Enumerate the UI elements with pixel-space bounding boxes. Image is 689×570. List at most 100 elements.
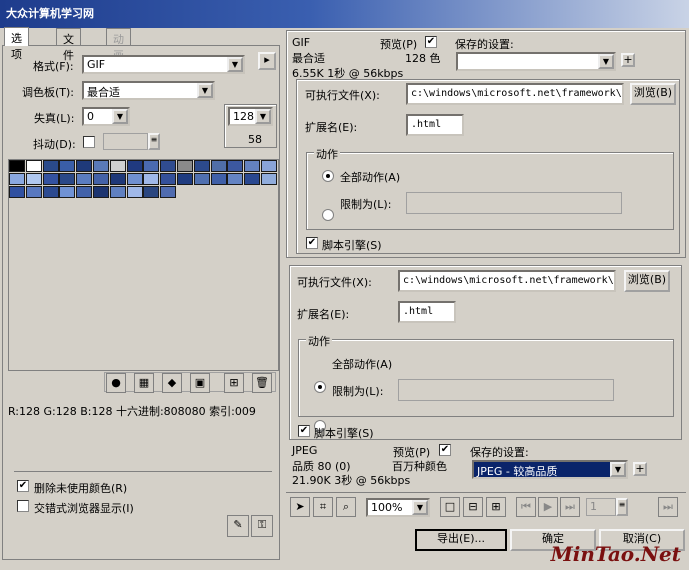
palette-swatch[interactable] bbox=[244, 160, 261, 172]
lock-icon[interactable]: ▣ bbox=[190, 373, 210, 393]
palette-swatch[interactable] bbox=[143, 186, 160, 198]
palette-swatch[interactable] bbox=[9, 160, 25, 172]
palette-swatch[interactable] bbox=[25, 160, 42, 172]
palette-swatch[interactable] bbox=[143, 173, 160, 185]
limit-radio-1[interactable] bbox=[322, 209, 334, 221]
palette-swatch[interactable] bbox=[177, 173, 193, 185]
trash-icon[interactable]: 🗑 bbox=[252, 373, 272, 393]
palette-swatch[interactable] bbox=[93, 160, 109, 172]
ext-input-1[interactable]: .html bbox=[406, 114, 464, 136]
title-banner: 大众计算机学习网 bbox=[0, 0, 689, 28]
chevron-down-icon: ▼ bbox=[598, 54, 614, 69]
palette-swatch[interactable] bbox=[42, 173, 59, 185]
key-icon[interactable]: ⚿ bbox=[251, 515, 273, 537]
loss-select[interactable]: 0 ▼ bbox=[82, 107, 130, 126]
preview2-checkbox[interactable]: ✔ bbox=[439, 444, 451, 456]
colors-select[interactable]: 128 ▼ bbox=[228, 107, 273, 126]
script-engine-checkbox-1[interactable]: ✔ bbox=[306, 237, 318, 249]
palette-swatch[interactable] bbox=[109, 160, 126, 172]
palette-swatch[interactable] bbox=[210, 160, 227, 172]
palette-swatch[interactable] bbox=[160, 186, 177, 198]
palette-swatch[interactable] bbox=[227, 173, 244, 185]
all-action-radio-2[interactable] bbox=[314, 381, 326, 393]
exec-input-2[interactable]: c:\windows\microsoft.net\framework\v bbox=[398, 270, 616, 292]
crop-icon[interactable]: ⌗ bbox=[313, 497, 333, 517]
palette-swatch[interactable] bbox=[177, 160, 193, 172]
format-options-button[interactable]: ▸ bbox=[258, 52, 276, 70]
palette-swatch[interactable] bbox=[9, 186, 25, 198]
palette-swatch[interactable] bbox=[25, 186, 42, 198]
palette-swatch[interactable] bbox=[261, 173, 277, 185]
play-icon[interactable]: ▶ bbox=[538, 497, 558, 517]
palette-select[interactable]: 最合适 ▼ bbox=[82, 81, 215, 100]
preview2-saved-select[interactable]: JPEG - 较高品质 ▼ bbox=[472, 460, 628, 479]
magic-wand-icon[interactable]: ✎ bbox=[227, 515, 249, 537]
palette-swatch[interactable] bbox=[193, 160, 210, 172]
palette-swatch[interactable] bbox=[261, 160, 277, 172]
palette-swatch[interactable] bbox=[93, 186, 109, 198]
dither-checkbox[interactable] bbox=[83, 136, 95, 148]
palette-swatch[interactable] bbox=[76, 160, 93, 172]
format-select[interactable]: GIF ▼ bbox=[82, 55, 245, 74]
split-4-view-icon[interactable]: ⊞ bbox=[486, 497, 506, 517]
add-setting-button[interactable]: + bbox=[621, 53, 635, 67]
palette-swatch[interactable] bbox=[193, 173, 210, 185]
add-setting-button-2[interactable]: + bbox=[633, 462, 647, 476]
limit-input-1[interactable] bbox=[406, 192, 622, 214]
palette-swatch[interactable] bbox=[210, 173, 227, 185]
palette-swatch[interactable] bbox=[126, 160, 143, 172]
browse-button-2[interactable]: 浏览(B) bbox=[624, 270, 670, 292]
palette-swatch[interactable] bbox=[160, 160, 177, 172]
next-frame-icon[interactable]: ⏭ bbox=[658, 497, 678, 517]
remove-unused-checkbox[interactable]: ✔ bbox=[17, 480, 29, 492]
palette-swatch[interactable] bbox=[9, 173, 25, 185]
palette-swatch[interactable] bbox=[59, 186, 76, 198]
palette-swatch[interactable] bbox=[25, 173, 42, 185]
palette-swatch[interactable] bbox=[59, 173, 76, 185]
zoom-icon[interactable]: ⌕ bbox=[336, 497, 356, 517]
all-action-radio-1[interactable] bbox=[322, 170, 334, 182]
palette-swatch[interactable] bbox=[143, 160, 160, 172]
palette-swatch[interactable] bbox=[244, 173, 261, 185]
single-view-icon[interactable]: □ bbox=[440, 497, 460, 517]
checker-icon[interactable]: ▦ bbox=[134, 373, 154, 393]
cube-icon[interactable]: ◆ bbox=[162, 373, 182, 393]
palette-swatch[interactable] bbox=[126, 173, 143, 185]
exec-input-1[interactable]: c:\windows\microsoft.net\framework\v bbox=[406, 83, 624, 105]
frame-field[interactable]: 1 bbox=[586, 498, 616, 516]
dither-amount-slider-button[interactable]: ≡ bbox=[148, 133, 160, 150]
preview1-saved-select[interactable]: ▼ bbox=[456, 52, 616, 71]
interlaced-checkbox[interactable] bbox=[17, 500, 29, 512]
preview1-checkbox[interactable]: ✔ bbox=[425, 36, 437, 48]
tab-file[interactable]: 文件 bbox=[56, 28, 81, 62]
palette-swatch[interactable] bbox=[109, 173, 126, 185]
palette-swatch[interactable] bbox=[42, 160, 59, 172]
palette-grid[interactable] bbox=[8, 159, 279, 371]
script-engine-checkbox-2[interactable]: ✔ bbox=[298, 425, 310, 437]
circle-icon[interactable]: ● bbox=[106, 373, 126, 393]
first-frame-icon[interactable]: ⏮ bbox=[516, 497, 536, 517]
tab-animation[interactable]: 动画 bbox=[106, 28, 131, 62]
palette-swatch[interactable] bbox=[227, 160, 244, 172]
frame-slider-button[interactable]: ≡ bbox=[616, 498, 628, 516]
browse-button-1[interactable]: 浏览(B) bbox=[630, 83, 676, 105]
palette-swatch[interactable] bbox=[42, 186, 59, 198]
palette-swatch[interactable] bbox=[126, 186, 143, 198]
palette-swatch[interactable] bbox=[76, 173, 93, 185]
limit-input-2[interactable] bbox=[398, 379, 614, 401]
tab-options[interactable]: 选项 bbox=[4, 27, 29, 61]
palette-swatch[interactable] bbox=[93, 173, 109, 185]
export-button[interactable]: 导出(E)... bbox=[415, 529, 507, 551]
ext-input-2[interactable]: .html bbox=[398, 301, 456, 323]
palette-swatch[interactable] bbox=[76, 186, 93, 198]
add-color-icon[interactable]: ⊞ bbox=[224, 373, 244, 393]
palette-swatch[interactable] bbox=[59, 160, 76, 172]
zoom-select[interactable]: 100% ▼ bbox=[366, 498, 430, 517]
interlaced-label: 交错式浏览器显示(I) bbox=[34, 502, 134, 515]
pointer-icon[interactable]: ➤ bbox=[290, 497, 310, 517]
last-frame-icon[interactable]: ⏭ bbox=[560, 497, 580, 517]
split-2-view-icon[interactable]: ⊟ bbox=[463, 497, 483, 517]
dither-amount-field[interactable] bbox=[103, 133, 148, 150]
palette-swatch[interactable] bbox=[160, 173, 177, 185]
palette-swatch[interactable] bbox=[109, 186, 126, 198]
